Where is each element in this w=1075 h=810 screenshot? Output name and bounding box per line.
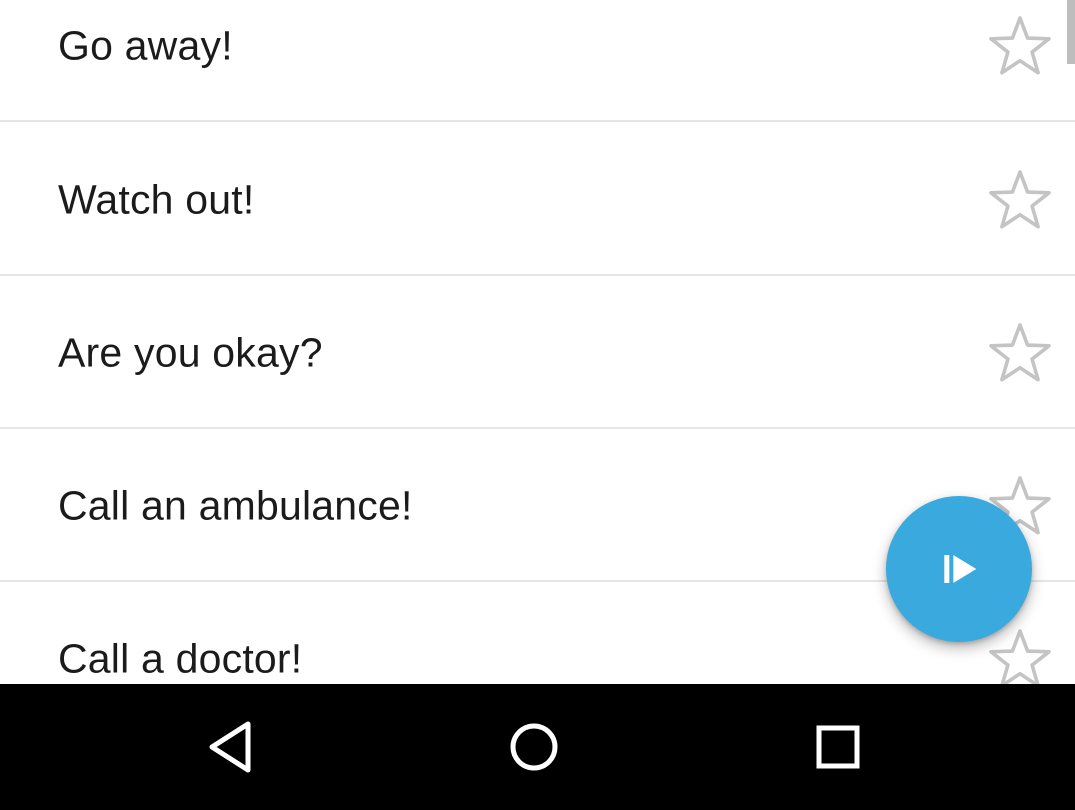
system-navigation-bar — [0, 684, 1075, 810]
app-screen: Go away! Watch out! Are you okay? Call a… — [0, 0, 1075, 810]
phrase-label: Call an ambulance! — [58, 482, 413, 529]
list-item[interactable]: Go away! — [0, 0, 1075, 122]
recents-button[interactable] — [803, 712, 873, 782]
star-outline-icon[interactable] — [987, 13, 1053, 79]
phrase-label: Watch out! — [58, 176, 255, 223]
scrollbar-thumb[interactable] — [1067, 0, 1075, 64]
phrase-label: Are you okay? — [58, 329, 323, 376]
home-button[interactable] — [499, 712, 569, 782]
play-fab-button[interactable] — [886, 496, 1032, 642]
list-item[interactable]: Are you okay? — [0, 277, 1075, 429]
back-button[interactable] — [196, 712, 266, 782]
star-outline-icon[interactable] — [987, 320, 1053, 386]
phrase-label: Call a doctor! — [58, 635, 303, 682]
recents-square-icon — [803, 712, 873, 782]
home-circle-icon — [499, 712, 569, 782]
list-item[interactable]: Watch out! — [0, 124, 1075, 276]
row-divider — [0, 120, 1075, 122]
row-divider — [0, 274, 1075, 276]
phrase-label: Go away! — [58, 22, 233, 69]
play-step-icon — [938, 546, 984, 592]
row-divider — [0, 427, 1075, 429]
star-outline-icon[interactable] — [987, 626, 1053, 684]
star-outline-icon[interactable] — [987, 167, 1053, 233]
back-triangle-icon — [196, 712, 266, 782]
